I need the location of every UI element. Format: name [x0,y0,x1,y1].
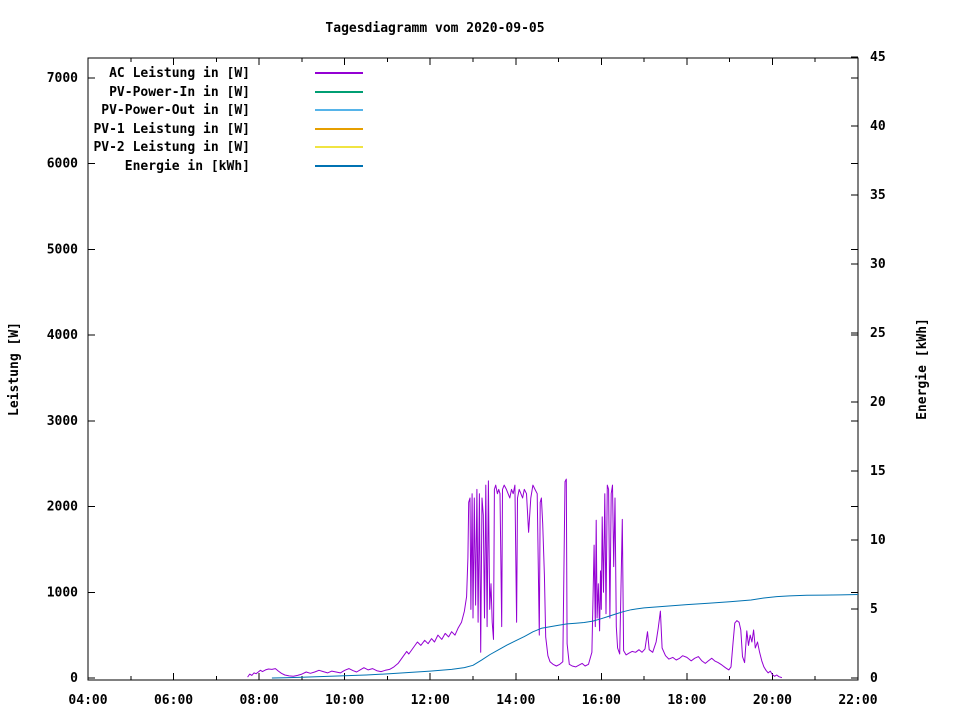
chart-svg: Tagesdiagramm vom 2020-09-05 04:00 06:00 08… [7,21,930,708]
y-right-tick-label: 20 [870,395,886,410]
y-left-tick-label: 2000 [47,500,78,515]
y-left-axis-title: Leistung [W] [7,322,22,416]
x-tick-label: 20:00 [753,693,792,708]
x-tick-label: 22:00 [838,693,877,708]
y-right-tick-label: 5 [870,602,878,617]
y-right-tick-label: 40 [870,119,886,134]
x-tick-label: 10:00 [325,693,364,708]
y-right-tick-label: 45 [870,50,886,65]
y-right-tick-label: 10 [870,533,886,548]
x-tick-label: 08:00 [240,693,279,708]
x-tick-label: 04:00 [68,693,107,708]
legend-label: Energie in [kWh] [125,159,250,174]
y-left-tick-label: 6000 [47,157,78,172]
chart-figure: Tagesdiagramm vom 2020-09-05 04:00 06:00 08… [0,0,960,720]
legend-label: AC Leistung in [W] [109,66,250,81]
y-left-tick-label: 3000 [47,414,78,429]
x-tick-label: 06:00 [154,693,193,708]
y-left-tick-label: 0 [70,671,78,686]
legend-label: PV-1 Leistung in [W] [93,122,250,137]
x-tick-label: 14:00 [496,693,535,708]
legend-label: PV-2 Leistung in [W] [93,140,250,155]
x-tick-label: 16:00 [582,693,621,708]
y-right-tick-label: 0 [870,671,878,686]
y-left-tick-label: 4000 [47,328,78,343]
series-line-ac-leistung-in-w- [247,478,783,679]
series-line-energie-in-kwh- [271,594,859,679]
legend-label: PV-Power-In in [W] [109,85,250,100]
y-left-tick-label: 5000 [47,242,78,257]
y-right-axis-title: Energie [kWh] [915,318,930,420]
y-left-tick-label: 7000 [47,71,78,86]
y-right-tick-label: 25 [870,326,886,341]
x-tick-label: 18:00 [667,693,706,708]
y-left-tick-label: 1000 [47,585,78,600]
y-right-tick-label: 35 [870,188,886,203]
legend-label: PV-Power-Out in [W] [101,103,250,118]
y-right-tick-label: 15 [870,464,886,479]
x-tick-label: 12:00 [411,693,450,708]
chart-title: Tagesdiagramm vom 2020-09-05 [325,21,544,36]
y-right-tick-label: 30 [870,257,886,272]
